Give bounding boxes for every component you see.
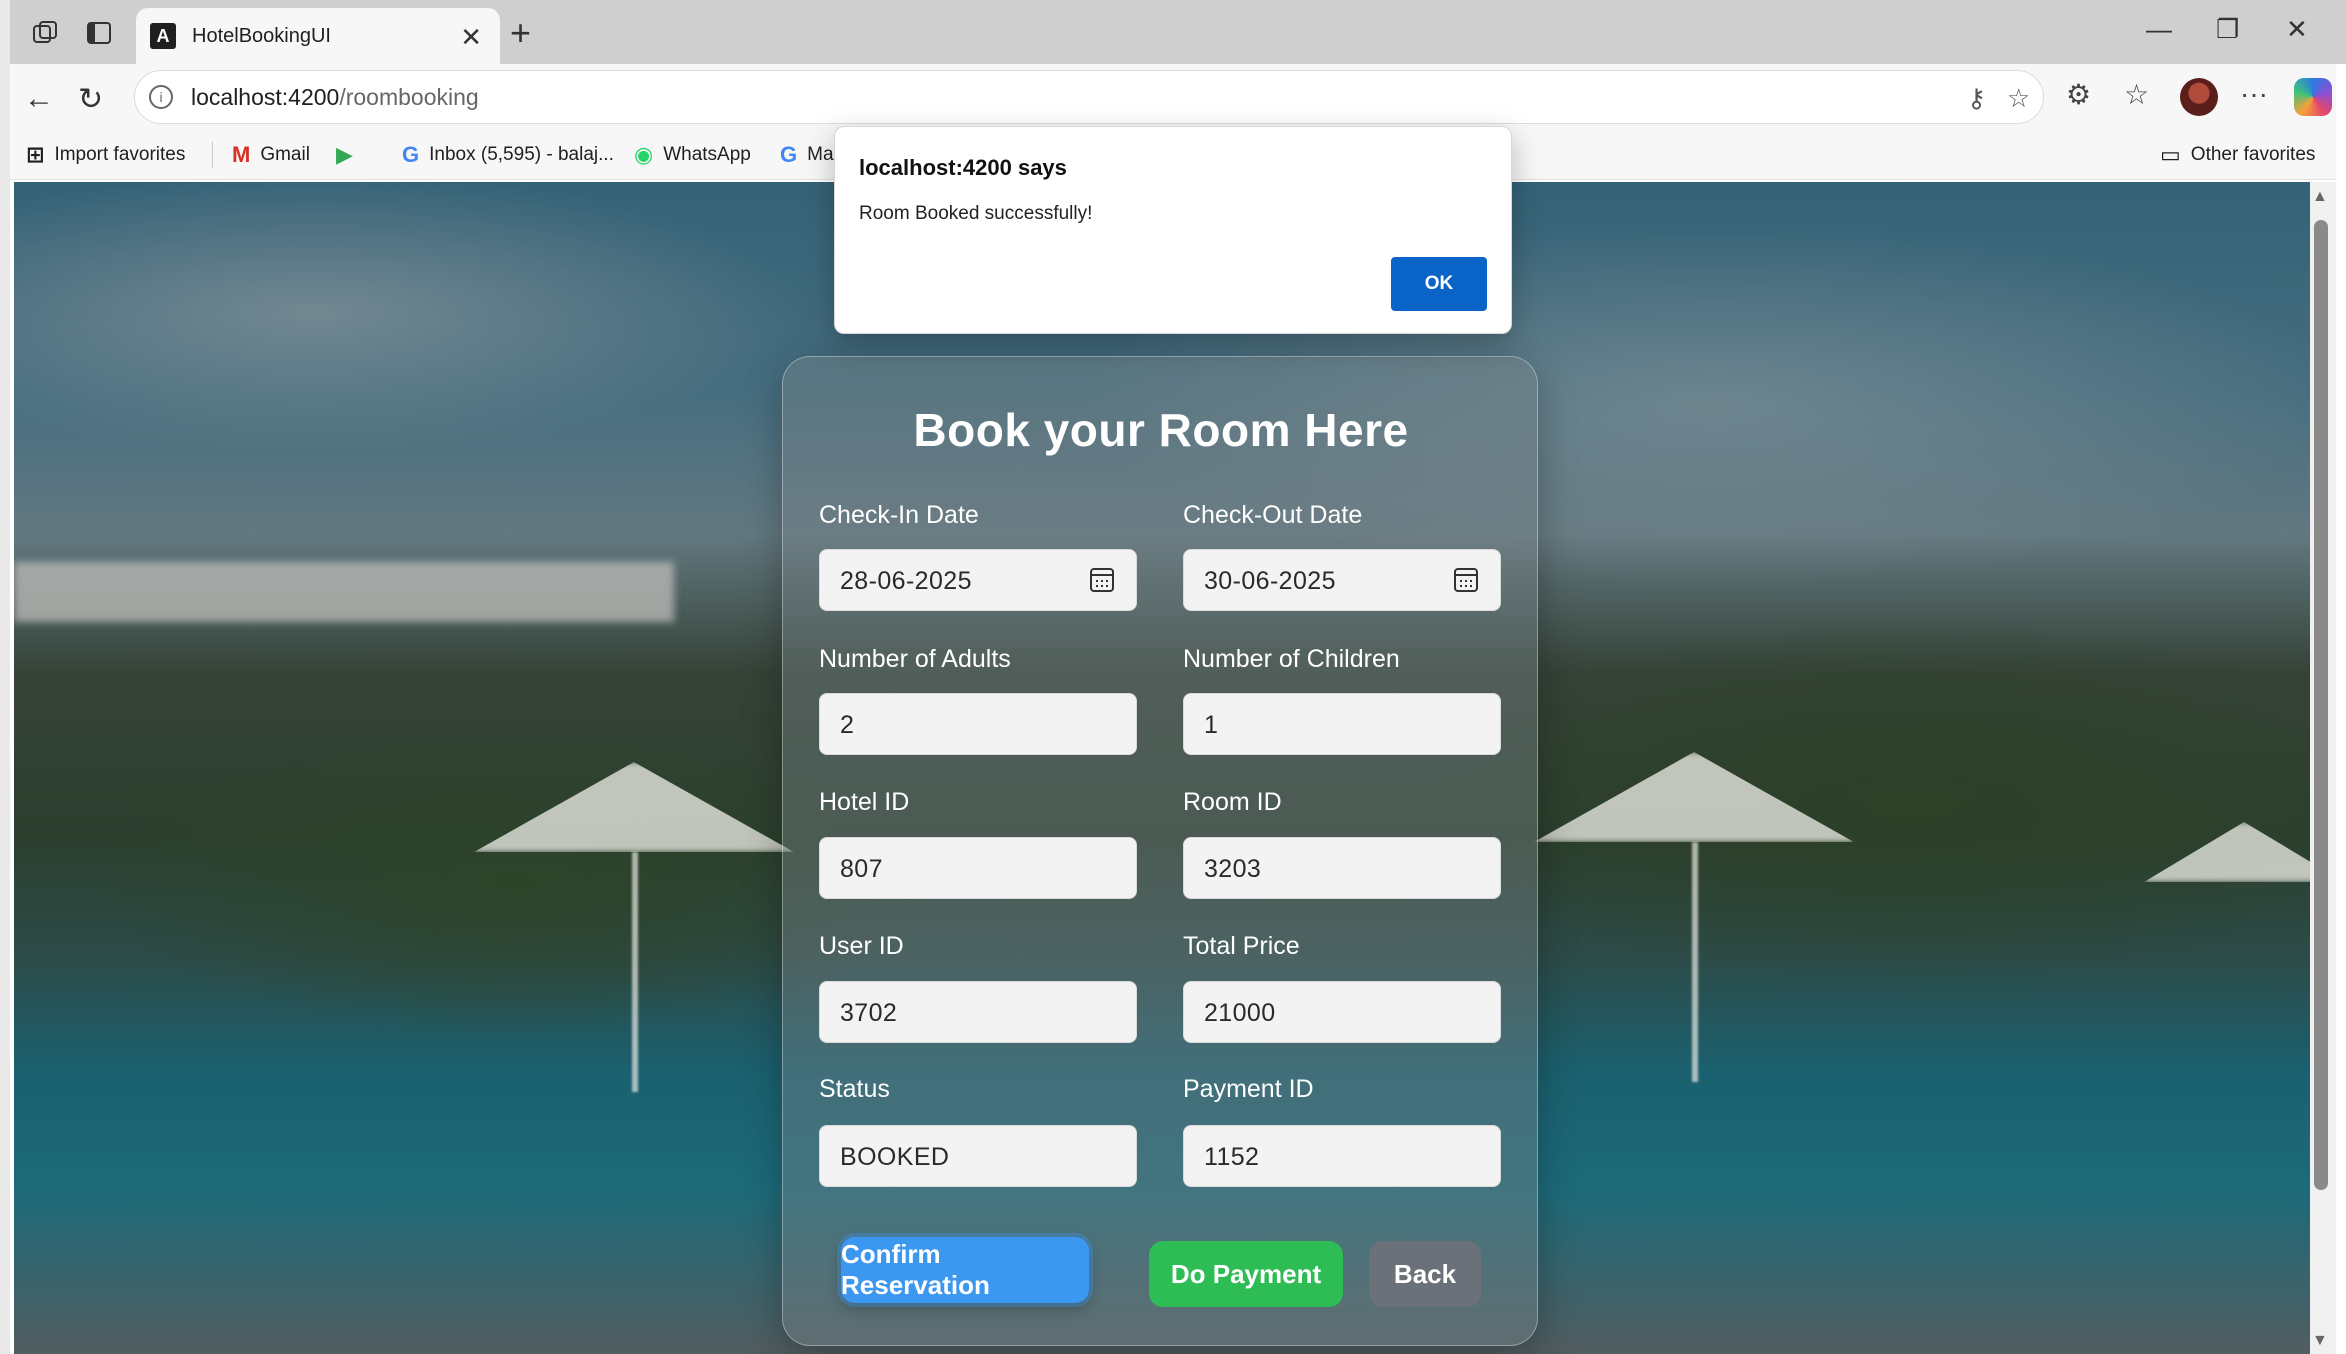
room-id-value: 3203 [1204, 855, 1262, 883]
extensions-icon[interactable]: ⚙ [2066, 78, 2091, 111]
payment-id-value: 1152 [1204, 1143, 1260, 1171]
total-price-input[interactable]: 21000 [1183, 981, 1501, 1043]
workspaces-icon[interactable] [28, 16, 62, 50]
background-umbrella [474, 762, 794, 852]
google-icon: G [402, 142, 420, 167]
background-umbrella [1534, 752, 1854, 842]
background-umbrella-pole [632, 852, 638, 1092]
fav-gmail[interactable]: M Gmail [232, 142, 310, 168]
gmail-icon: M [232, 142, 251, 167]
adults-input[interactable]: 2 [819, 693, 1137, 755]
dialog-title: localhost:4200 says [859, 155, 1067, 180]
password-key-icon[interactable]: ⚷ [1967, 83, 1986, 114]
more-menu-icon[interactable]: ··· [2240, 78, 2268, 110]
angular-favicon-icon: A [150, 23, 176, 49]
status-input[interactable]: BOOKED [819, 1125, 1137, 1187]
address-url[interactable]: localhost:4200/roombooking [191, 84, 479, 111]
scroll-up-icon[interactable]: ▲ [2312, 188, 2328, 206]
favorites-icon[interactable]: ☆ [2124, 78, 2149, 111]
children-label: Number of Children [1183, 645, 1400, 673]
hotel-id-input[interactable]: 807 [819, 837, 1137, 899]
play-store-icon: ▶ [336, 142, 353, 167]
browser-toolbar: ← ↻ i localhost:4200/roombooking ⚷ ☆ ⚙ ☆… [10, 64, 2336, 130]
whatsapp-icon: ◉ [634, 142, 654, 167]
confirm-reservation-button[interactable]: Confirm Reservation [841, 1237, 1089, 1303]
folder-icon: ▭ [2160, 142, 2181, 167]
form-title: Book your Room Here [913, 404, 1409, 456]
dialog-message: Room Booked successfully! [859, 203, 1093, 224]
dialog-ok-button[interactable]: OK [1391, 257, 1487, 311]
children-value: 1 [1204, 711, 1219, 739]
fav-label: Other favorites [2190, 144, 2316, 165]
fav-label: Inbox (5,595) - balaj... [429, 144, 614, 165]
checkout-value: 30-06-2025 [1204, 567, 1336, 595]
copilot-icon[interactable] [2294, 78, 2332, 116]
reload-icon[interactable]: ↻ [78, 82, 103, 117]
checkin-date-input[interactable]: 28-06-2025 [819, 549, 1137, 611]
import-icon: ⊞ [26, 142, 45, 167]
room-id-input[interactable]: 3203 [1183, 837, 1501, 899]
children-input[interactable]: 1 [1183, 693, 1501, 755]
background-umbrella [2144, 822, 2310, 882]
fav-label: WhatsApp [663, 144, 751, 165]
fav-import[interactable]: ⊞ Import favorites [26, 142, 185, 168]
vertical-tabs-icon[interactable] [82, 16, 116, 50]
payment-id-label: Payment ID [1183, 1075, 1314, 1103]
tab-title: HotelBookingUI [192, 24, 331, 47]
url-host: localhost:4200 [191, 84, 340, 110]
user-id-value: 3702 [840, 999, 898, 1027]
fav-play[interactable]: ▶ [336, 142, 353, 168]
room-id-label: Room ID [1183, 788, 1282, 816]
do-payment-button[interactable]: Do Payment [1149, 1241, 1343, 1307]
new-tab-button[interactable]: + [510, 12, 531, 54]
profile-avatar[interactable] [2180, 78, 2218, 116]
fav-separator [212, 142, 213, 168]
fav-inbox[interactable]: G Inbox (5,595) - balaj... [402, 142, 614, 168]
back-button[interactable]: Back [1369, 1241, 1481, 1307]
favorite-star-icon[interactable]: ☆ [2007, 83, 2030, 114]
booking-form-card: Book your Room Here Check-In Date 28-06-… [782, 356, 1538, 1346]
tab-hotelbookingui[interactable]: A HotelBookingUI ✕ [136, 8, 500, 64]
scroll-down-icon[interactable]: ▼ [2312, 1332, 2328, 1350]
user-id-label: User ID [819, 932, 904, 960]
fav-maps[interactable]: G Ma [780, 142, 834, 168]
adults-label: Number of Adults [819, 645, 1011, 673]
checkout-date-input[interactable]: 30-06-2025 [1183, 549, 1501, 611]
fav-other-favorites[interactable]: ▭ Other favorites [2160, 142, 2315, 168]
restore-button[interactable]: ❐ [2216, 14, 2239, 45]
google-icon: G [780, 142, 798, 167]
checkin-label: Check-In Date [819, 501, 979, 529]
fav-whatsapp[interactable]: ◉ WhatsApp [634, 142, 751, 168]
site-info-icon[interactable]: i [149, 85, 173, 109]
total-price-value: 21000 [1204, 999, 1276, 1027]
hotel-id-value: 807 [840, 855, 883, 883]
alert-dialog: localhost:4200 says Room Booked successf… [834, 126, 1512, 334]
close-window-button[interactable]: ✕ [2286, 14, 2308, 45]
scrollbar-thumb[interactable] [2314, 220, 2328, 1190]
url-path: /roombooking [339, 84, 479, 110]
checkin-value: 28-06-2025 [840, 567, 972, 595]
fav-label: Gmail [260, 144, 310, 165]
user-id-input[interactable]: 3702 [819, 981, 1137, 1043]
checkout-label: Check-Out Date [1183, 501, 1363, 529]
fav-label: Ma [807, 144, 834, 165]
payment-id-input[interactable]: 1152 [1183, 1125, 1501, 1187]
address-bar[interactable]: i localhost:4200/roombooking ⚷ ☆ [134, 70, 2044, 124]
calendar-icon[interactable] [1090, 568, 1114, 592]
status-value: BOOKED [840, 1143, 950, 1171]
hotel-id-label: Hotel ID [819, 788, 910, 816]
status-label: Status [819, 1075, 890, 1103]
fav-label: Import favorites [54, 144, 186, 165]
calendar-icon[interactable] [1454, 568, 1478, 592]
background-building [14, 562, 674, 622]
back-nav-icon[interactable]: ← [24, 82, 54, 116]
minimize-button[interactable]: — [2146, 14, 2172, 45]
browser-tab-bar: A HotelBookingUI ✕ + — ❐ ✕ [0, 0, 2346, 1354]
total-price-label: Total Price [1183, 932, 1300, 960]
tab-close-icon[interactable]: ✕ [460, 22, 482, 53]
adults-value: 2 [840, 711, 855, 739]
background-umbrella-pole [1692, 842, 1698, 1082]
